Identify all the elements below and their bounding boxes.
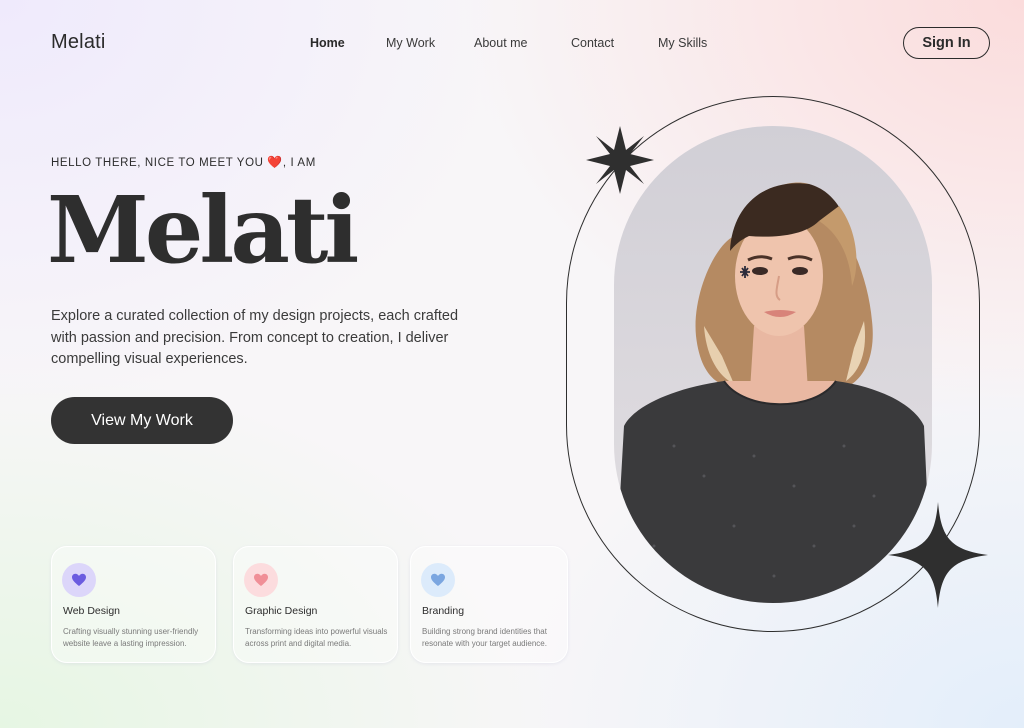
four-point-star-icon	[888, 502, 988, 608]
eight-point-star-icon	[586, 126, 654, 194]
sign-in-button[interactable]: Sign In	[903, 27, 990, 59]
view-my-work-button[interactable]: View My Work	[51, 397, 233, 444]
portrait-photo	[614, 126, 932, 603]
heart-icon	[72, 573, 86, 586]
graphic-design-badge	[244, 563, 278, 597]
service-description: Transforming ideas into powerful visuals…	[245, 627, 388, 648]
nav-contact[interactable]: Contact	[571, 36, 614, 50]
nav-about-me[interactable]: About me	[474, 36, 528, 50]
heart-icon	[431, 573, 445, 586]
service-description: Crafting visually stunning user-friendly…	[63, 627, 199, 648]
service-card-graphic-design[interactable]: Graphic Design Transforming ideas into p…	[233, 546, 398, 663]
heart-icon	[254, 573, 268, 586]
greeting-text-end: , I AM	[282, 157, 316, 169]
nav-my-skills[interactable]: My Skills	[658, 36, 707, 50]
main-nav: Home My Work About me Contact My Skills	[0, 36, 1024, 52]
nav-home[interactable]: Home	[310, 36, 345, 50]
portrait-illustration	[614, 182, 932, 603]
hero-name: Melati	[47, 176, 359, 284]
heart-emoji-icon: ❤️	[267, 155, 283, 169]
service-card-web-design[interactable]: Web Design Crafting visually stunning us…	[51, 546, 216, 663]
branding-badge	[421, 563, 455, 597]
nav-my-work[interactable]: My Work	[386, 36, 435, 50]
hero-intro: Explore a curated collection of my desig…	[51, 308, 459, 367]
service-title: Web Design	[63, 605, 121, 617]
service-title: Branding	[422, 605, 465, 617]
service-card-branding[interactable]: Branding Building strong brand identitie…	[410, 546, 568, 663]
hero-greeting: HELLO THERE, NICE TO MEET YOU ❤️, I AM	[51, 155, 316, 169]
service-title: Graphic Design	[245, 605, 318, 617]
service-description: Building strong brand identities that re…	[422, 627, 547, 648]
greeting-text-start: HELLO THERE, NICE TO MEET YOU	[51, 157, 268, 169]
web-design-badge	[62, 563, 96, 597]
